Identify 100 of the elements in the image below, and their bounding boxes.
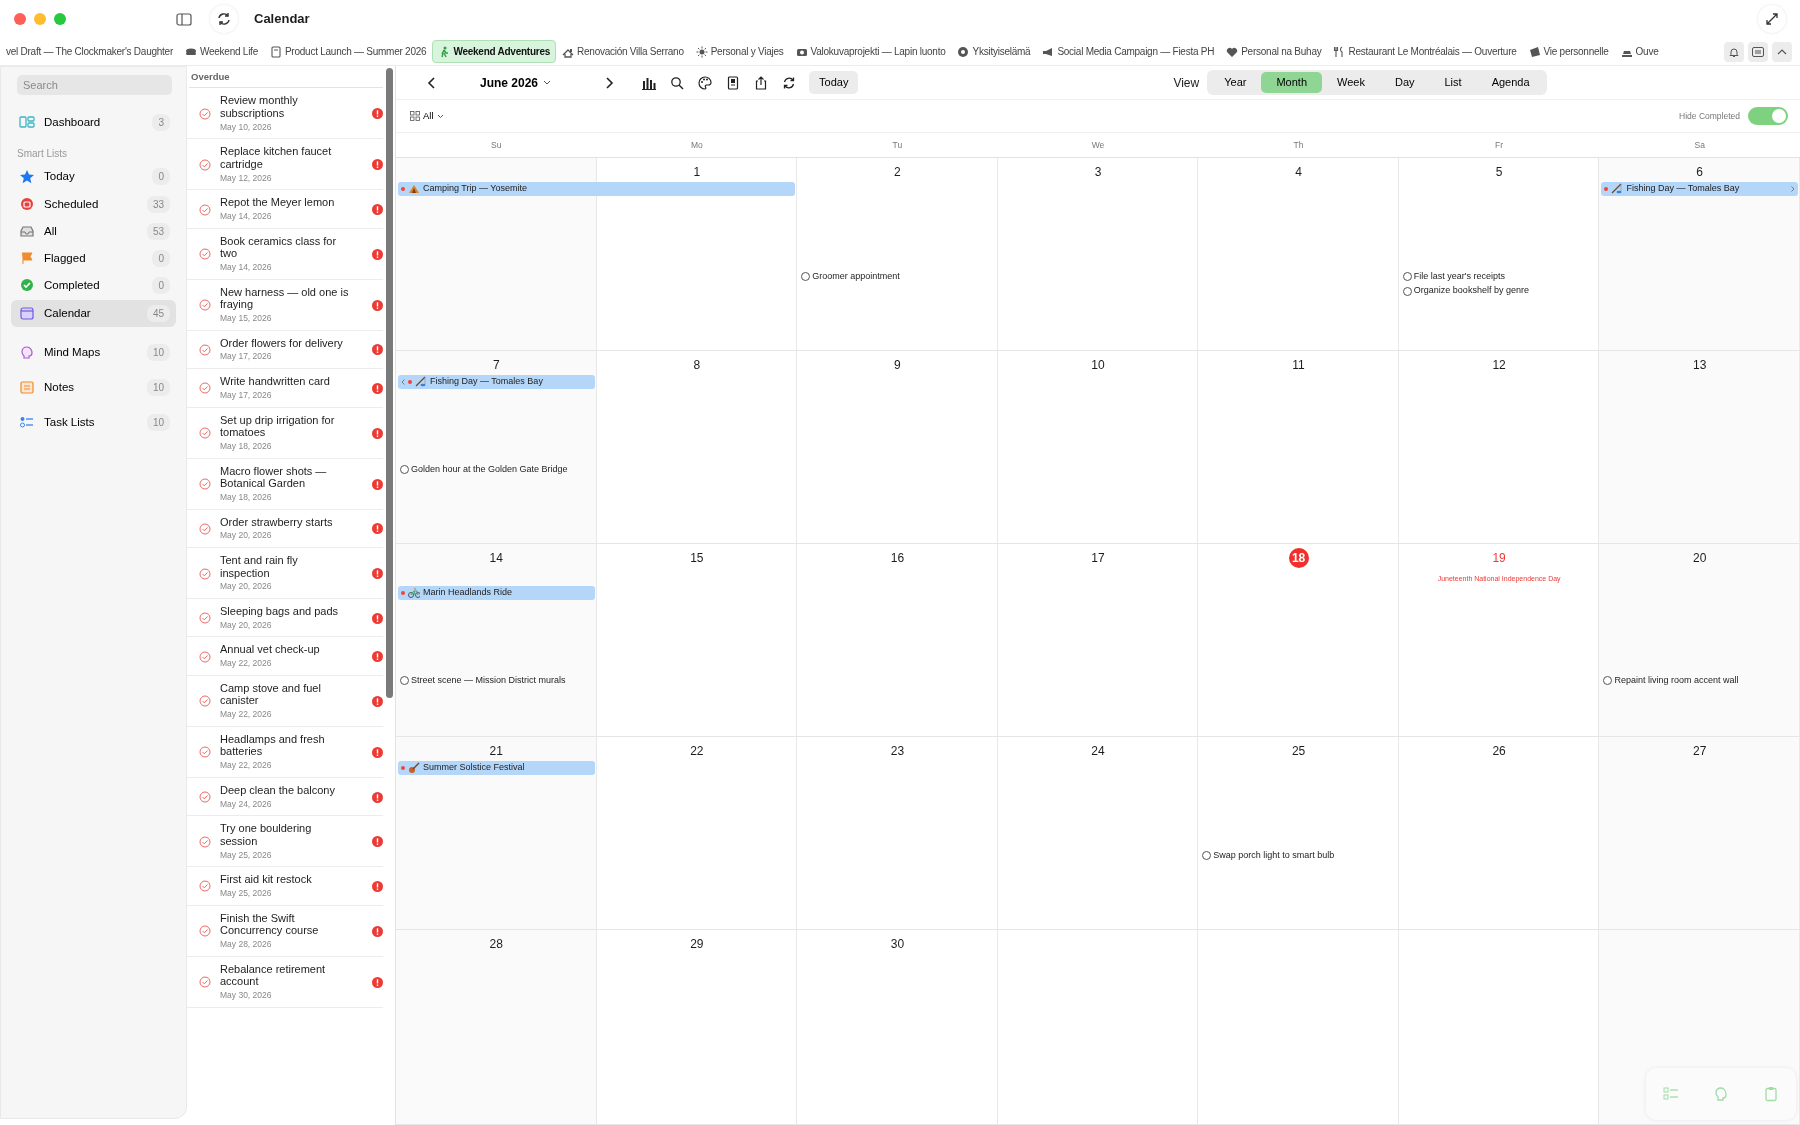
sidebar-item[interactable]: Completed 0 <box>11 272 176 300</box>
tab[interactable]: Restaurant Le Montréalais — Ouverture <box>1327 40 1523 63</box>
tab[interactable]: Personal y Viajes <box>689 40 790 63</box>
view-tab[interactable]: Month <box>1261 72 1322 93</box>
view-label: View <box>1173 74 1200 92</box>
sidebar-item[interactable]: Calendar 45 <box>11 299 176 327</box>
check-circle-icon[interactable] <box>199 567 211 580</box>
clipboard-icon[interactable] <box>1763 1086 1779 1102</box>
count-badge: 10 <box>146 414 170 432</box>
check-circle-icon[interactable] <box>199 925 211 938</box>
check-circle-icon[interactable] <box>199 343 211 356</box>
window-control[interactable] <box>34 13 46 25</box>
check-circle-icon[interactable] <box>199 248 211 261</box>
check-circle-icon[interactable] <box>199 650 211 663</box>
weekday-header: Th <box>1293 140 1304 150</box>
check-circle-icon[interactable] <box>199 522 211 535</box>
check-circle-icon[interactable] <box>199 478 211 491</box>
task-checkbox[interactable] <box>400 465 409 474</box>
sidebar-item[interactable]: Notes 10 <box>11 374 176 402</box>
tab[interactable]: Personal na Buhay <box>1220 40 1328 63</box>
sidebar-item[interactable]: Task Lists 10 <box>11 409 176 437</box>
expand-button[interactable] <box>1758 5 1786 33</box>
task-date: May 14, 2026 <box>220 209 273 223</box>
task-checkbox[interactable] <box>400 676 409 685</box>
task-date: May 20, 2026 <box>220 618 273 632</box>
task-title: Repaint living room accent wall <box>1614 673 1739 687</box>
scrollbar-thumb[interactable] <box>386 68 393 698</box>
check-circle-icon[interactable] <box>199 203 211 216</box>
task-checkbox[interactable] <box>1603 676 1613 685</box>
panel-button[interactable] <box>1748 41 1768 62</box>
today-button[interactable]: Today <box>809 71 859 94</box>
check-circle-icon[interactable] <box>199 746 211 759</box>
refresh-button[interactable] <box>210 5 238 33</box>
day-number: 15 <box>689 549 705 567</box>
calendar-icon <box>19 305 35 321</box>
tab[interactable]: Yksityiselämä <box>951 40 1037 63</box>
task-date: May 20, 2026 <box>220 529 273 542</box>
check-circle-icon[interactable] <box>199 299 211 312</box>
task-date: May 18, 2026 <box>220 490 273 504</box>
view-tab[interactable]: Week <box>1322 72 1380 93</box>
window-control[interactable] <box>14 13 26 25</box>
check-circle-icon[interactable] <box>199 835 211 848</box>
task-title: Organize bookshelf by genre <box>1413 284 1529 298</box>
sidebar-toggle-button[interactable] <box>176 12 192 26</box>
calendar-icon <box>19 196 35 212</box>
check-circle-icon[interactable] <box>199 382 211 395</box>
check-circle-icon[interactable] <box>199 612 211 625</box>
check-circle-icon[interactable] <box>199 695 211 708</box>
alert-icon <box>372 382 383 394</box>
tab[interactable]: Weekend Adventures <box>432 40 557 63</box>
window-control[interactable] <box>54 13 66 25</box>
task-checkbox[interactable] <box>801 272 811 281</box>
tab[interactable]: Ouve <box>1614 40 1665 63</box>
dot-icon <box>401 186 405 191</box>
tab[interactable]: vel Draft — The Clockmaker's Daughter <box>0 40 179 63</box>
check-circle-icon[interactable] <box>199 427 211 440</box>
task-date: May 10, 2026 <box>220 120 273 134</box>
tray-icon <box>19 223 35 239</box>
count-badge: 45 <box>146 304 170 322</box>
event-bar[interactable]: Camping Trip — Yosemite <box>398 181 796 196</box>
tab[interactable]: Valokuvaprojekti — Lapin luonto <box>789 40 952 63</box>
fishing-rod-icon <box>415 376 427 388</box>
filter-dropdown[interactable]: All <box>410 108 444 124</box>
day-number: 2 <box>893 163 902 181</box>
dot-icon <box>401 590 405 595</box>
check-circle-icon[interactable] <box>199 791 211 804</box>
task-checkbox[interactable] <box>1402 272 1412 281</box>
view-tab[interactable]: Year <box>1209 72 1262 93</box>
search-field[interactable]: Search <box>17 75 172 95</box>
task-checkbox[interactable] <box>1202 851 1212 860</box>
sidebar-item[interactable]: Flagged 0 <box>11 245 176 273</box>
sidebar-item[interactable]: Dashboard 3 <box>11 109 176 137</box>
task-title: File last year's receipts <box>1413 269 1506 283</box>
view-tab[interactable]: List <box>1429 72 1477 93</box>
day-number: 29 <box>689 935 705 953</box>
brain-icon[interactable] <box>1713 1086 1729 1102</box>
sidebar-item[interactable]: Today 0 <box>11 163 176 191</box>
sidebar-item[interactable]: Scheduled 33 <box>11 190 176 218</box>
view-tab[interactable]: Agenda <box>1476 72 1545 93</box>
circle-icon <box>957 45 970 58</box>
tab[interactable]: Vie personnelle <box>1522 40 1615 63</box>
task-checkbox[interactable] <box>1402 286 1412 296</box>
tab[interactable]: Weekend Life <box>179 40 264 63</box>
sidebar-item[interactable]: Mind Maps 10 <box>11 338 176 366</box>
notifications-button[interactable] <box>1724 41 1744 62</box>
month-picker[interactable]: June 2026 <box>474 73 558 92</box>
sidebar-item[interactable]: All 53 <box>11 217 176 245</box>
tab[interactable]: Renovación Villa Serrano <box>556 40 690 63</box>
tab[interactable]: Product Launch — Summer 2026 <box>263 40 433 63</box>
checkmark-icon <box>19 278 35 294</box>
list-icon[interactable] <box>1663 1086 1679 1102</box>
tab[interactable]: Social Media Campaign — Fiesta PH <box>1036 40 1221 63</box>
check-circle-icon[interactable] <box>199 158 211 171</box>
check-circle-icon[interactable] <box>199 976 211 989</box>
day-number: 30 <box>889 935 906 953</box>
check-circle-icon[interactable] <box>199 880 211 893</box>
view-tab[interactable]: Day <box>1379 72 1430 93</box>
hide-completed-toggle[interactable] <box>1748 107 1788 125</box>
weekday-header: Fr <box>1495 140 1504 150</box>
check-circle-icon[interactable] <box>199 107 211 120</box>
